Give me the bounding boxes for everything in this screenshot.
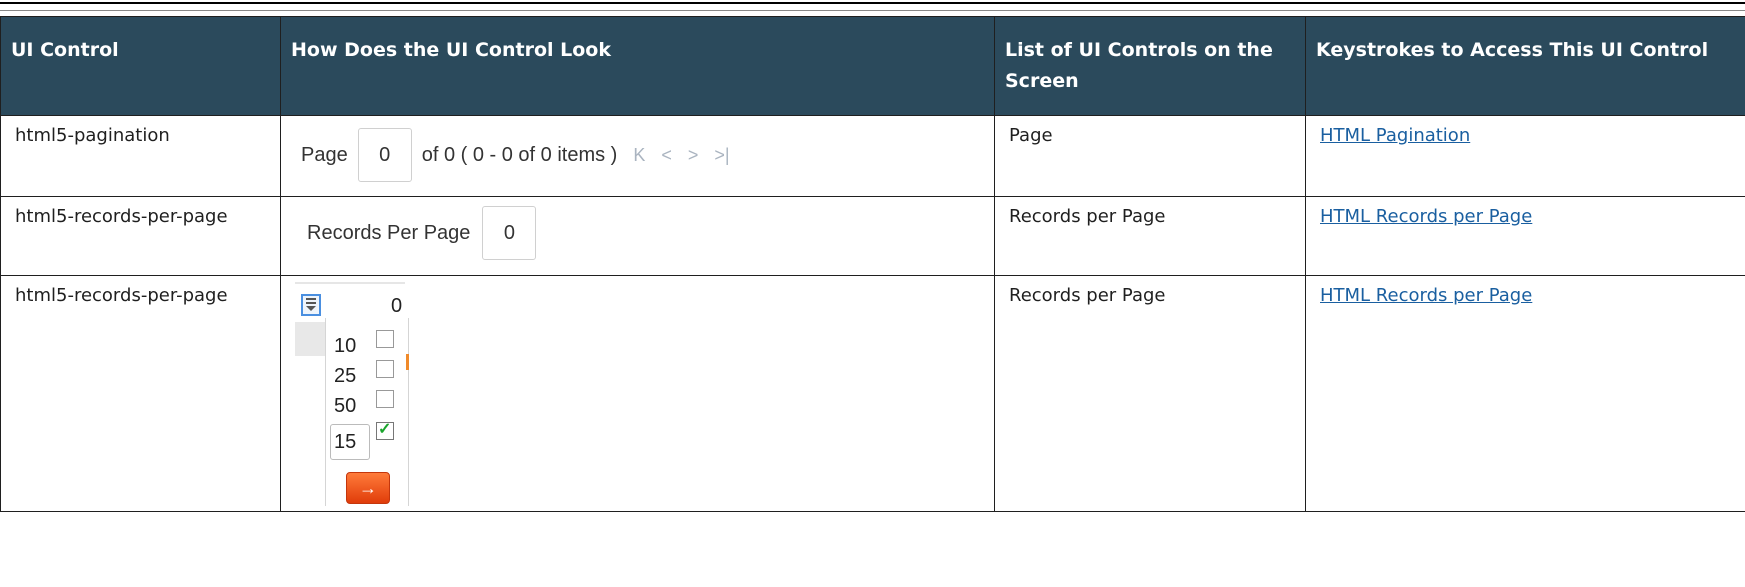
next-page-icon[interactable]: > (688, 143, 699, 167)
cell-list: Page (994, 115, 1306, 197)
option-checkbox-checked[interactable]: ✓ (376, 421, 394, 440)
first-page-icon[interactable]: K (633, 143, 645, 167)
option-checkbox[interactable] (376, 330, 394, 348)
cell-look: 0 10 25 50 15 ✓ → (280, 275, 995, 512)
header-list: List of UI Controls on the Screen (994, 16, 1306, 116)
header-ui-control: UI Control (0, 16, 281, 116)
dropdown-options-list: 10 25 50 15 ✓ → (325, 318, 409, 506)
table-header-row: UI Control How Does the UI Control Look … (0, 16, 1745, 116)
html-records-per-page-link[interactable]: HTML Records per Page (1320, 285, 1532, 306)
records-per-page-widget: Records Per Page 0 (307, 206, 546, 260)
cell-keystrokes: HTML Records per Page (1305, 196, 1745, 276)
option-checkbox[interactable] (376, 390, 394, 408)
page-rule-top (0, 2, 1745, 4)
option-label[interactable]: 10 (334, 334, 356, 358)
page-rule-bottom (0, 10, 1745, 11)
html-pagination-link[interactable]: HTML Pagination (1320, 125, 1470, 146)
prev-page-icon[interactable]: < (661, 143, 672, 167)
option-label[interactable]: 50 (334, 394, 356, 418)
table-row: html5-records-per-page Records Per Page … (0, 196, 1745, 276)
dropdown-current-value: 0 (391, 295, 403, 317)
html-records-per-page-link[interactable]: HTML Records per Page (1320, 206, 1532, 227)
cell-control-name: html5-pagination (0, 115, 281, 197)
header-keystrokes: Keystrokes to Access This UI Control (1305, 16, 1745, 116)
scroll-marker (406, 354, 409, 370)
dropdown-toggle-icon[interactable] (301, 294, 321, 316)
cell-control-name: html5-records-per-page (0, 196, 281, 276)
cell-look: Page 0 of 0 ( 0 - 0 of 0 items ) K < > >… (280, 115, 995, 197)
option-checkbox[interactable] (376, 360, 394, 378)
cell-list: Records per Page (994, 275, 1306, 512)
dropdown-backdrop (295, 322, 325, 356)
pagination-widget: Page 0 of 0 ( 0 - 0 of 0 items ) K < > >… (301, 128, 730, 182)
last-page-icon[interactable]: >| (714, 143, 729, 167)
table-row: html5-records-per-page 0 10 25 50 15 ✓ →… (0, 275, 1745, 512)
cell-keystrokes: HTML Records per Page (1305, 275, 1745, 512)
records-per-page-label: Records Per Page (307, 222, 471, 244)
records-per-page-input[interactable]: 0 (482, 206, 537, 260)
cell-keystrokes: HTML Pagination (1305, 115, 1745, 197)
page-summary: of 0 ( 0 - 0 of 0 items ) (421, 144, 618, 166)
cell-list: Records per Page (994, 196, 1306, 276)
page-label: Page (301, 144, 348, 166)
cell-control-name: html5-records-per-page (0, 275, 281, 512)
arrow-right-icon[interactable]: → (346, 472, 390, 504)
ui-controls-table: UI Control How Does the UI Control Look … (0, 16, 1745, 512)
check-icon: ✓ (378, 421, 392, 438)
header-look: How Does the UI Control Look (280, 16, 995, 116)
option-label[interactable]: 25 (334, 364, 356, 388)
page-number-input[interactable]: 0 (357, 128, 412, 182)
option-label[interactable]: 15 (334, 430, 356, 454)
table-row: html5-pagination Page 0 of 0 ( 0 - 0 of … (0, 115, 1745, 197)
cell-look: Records Per Page 0 (280, 196, 995, 276)
dropdown-top-strip (295, 282, 405, 284)
records-per-page-dropdown: 0 10 25 50 15 ✓ → (295, 282, 411, 506)
